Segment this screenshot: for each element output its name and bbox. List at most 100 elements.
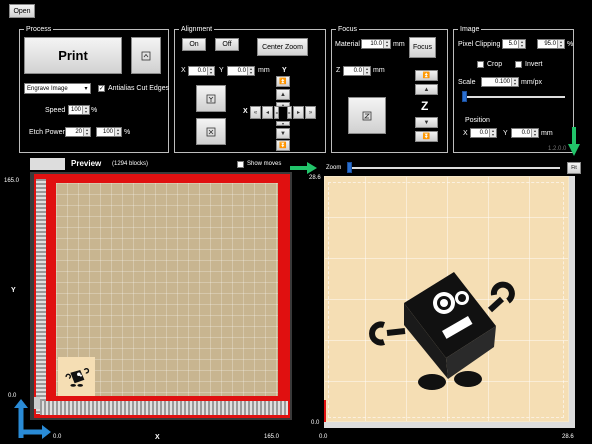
double-down-icon: ⏬	[279, 143, 287, 149]
jog-x-right-button[interactable]: ▸	[293, 106, 304, 119]
left-small-icon: ◂	[275, 110, 278, 115]
preview-tab	[30, 158, 65, 170]
spin-arrows-icon[interactable]: ▴ ▾	[247, 67, 254, 75]
speed-label: Speed	[45, 107, 66, 114]
etch-power-max-value: 100	[102, 129, 113, 135]
invert-label: Invert	[525, 61, 543, 68]
show-moves-checkbox[interactable]	[237, 161, 244, 168]
jog-z-down-button[interactable]: ▼	[415, 117, 438, 128]
align-x-label: X	[181, 67, 186, 74]
spin-arrows-icon[interactable]: ▴ ▾	[82, 106, 89, 114]
pos-unit: mm	[541, 130, 553, 137]
spin-arrows-icon[interactable]: ▴ ▾	[518, 40, 525, 48]
print-button[interactable]: Print	[24, 37, 122, 74]
robot-engraving-image	[369, 272, 515, 390]
jog-y-up-large-button[interactable]: ⏫	[276, 76, 290, 87]
home-x-icon	[206, 127, 216, 136]
up-arrow-icon: ▲	[423, 86, 430, 93]
spin-arrows-icon[interactable]: ▴ ▾	[363, 67, 370, 75]
jog-x-left-large-button[interactable]: «	[250, 106, 261, 119]
spin-arrows-icon[interactable]: ▴ ▾	[207, 67, 214, 75]
robot-thumbnail-icon	[65, 368, 90, 387]
crop-checkbox[interactable]	[477, 61, 484, 68]
double-up-icon: ⏫	[279, 79, 287, 85]
double-left-icon: «	[253, 109, 258, 116]
material-unit: mm	[393, 41, 405, 48]
down-arrow-icon: ▼	[423, 119, 430, 126]
jog-z-down-large-button[interactable]: ⏬	[415, 131, 438, 142]
open-button[interactable]: Open	[9, 4, 35, 18]
antialias-checkbox[interactable]: ✓	[98, 85, 105, 92]
spin-arrows-icon[interactable]: ▴ ▾	[114, 128, 121, 136]
spin-arrows-icon[interactable]: ▴ ▾	[511, 78, 518, 86]
alignment-on-button[interactable]: On	[182, 38, 206, 51]
jog-x-left-small-button[interactable]: ◂	[274, 106, 279, 119]
home-y-button[interactable]	[196, 85, 226, 112]
crop-label: Crop	[487, 61, 503, 68]
zoom-slider-track[interactable]	[347, 167, 560, 169]
jog-y-down-small-button[interactable]: ▾	[276, 121, 290, 126]
jog-z-up-button[interactable]: ▲	[415, 84, 438, 95]
scale-input[interactable]: 0.100 ▴ ▾	[481, 77, 519, 87]
alignment-off-button[interactable]: Off	[215, 38, 239, 51]
fit-button[interactable]: Fit	[567, 162, 581, 174]
zoom-x-max-label: 28.6	[562, 434, 574, 440]
antialias-label: Antialias Cut Edges	[108, 85, 170, 92]
spin-arrows-icon[interactable]: ▴ ▾	[531, 129, 538, 137]
center-zoom-button[interactable]: Center Zoom	[257, 38, 308, 56]
focus-button[interactable]: Focus	[409, 37, 436, 58]
material-input[interactable]: 10.0 ▴ ▾	[361, 39, 391, 49]
speed-input[interactable]: 100 ▴ ▾	[68, 105, 90, 115]
preview-y-axis-label: Y	[11, 287, 16, 294]
etch-power-max-input[interactable]: 100 ▴ ▾	[96, 127, 122, 137]
pos-x-input[interactable]: 0.0 ▴ ▾	[470, 128, 497, 138]
focus-z-input[interactable]: 0.0 ▴ ▾	[343, 66, 371, 76]
zoom-label: Zoom	[326, 165, 342, 171]
align-y-input[interactable]: 0.0 ▴ ▾	[227, 66, 255, 76]
mode-select[interactable]: Engrave Image ▾	[24, 83, 91, 94]
version-label: 1.2.0.0	[548, 146, 567, 152]
clip-low-input[interactable]: 5.0 ▴ ▾	[502, 39, 526, 49]
chevron-down-icon: ▾	[84, 86, 88, 92]
pos-y-value: 0.0	[521, 130, 530, 136]
invert-checkbox[interactable]	[515, 61, 522, 68]
pixel-clipping-label: Pixel Clipping	[458, 41, 501, 48]
zoom-origin-marker	[324, 400, 326, 422]
preview-blocks: (1294 blocks)	[112, 161, 149, 167]
pos-y-input[interactable]: 0.0 ▴ ▾	[511, 128, 539, 138]
align-y-axis-label: Y	[282, 67, 287, 74]
spin-arrows-icon[interactable]: ▴ ▾	[383, 40, 390, 48]
jog-x-right-large-button[interactable]: »	[305, 106, 316, 119]
jog-x-left-button[interactable]: ◂	[262, 106, 273, 119]
jog-x-right-small-button[interactable]: ▸	[287, 106, 292, 119]
scale-slider-thumb[interactable]	[462, 91, 467, 102]
home-button[interactable]	[131, 37, 161, 74]
home-x-button[interactable]	[196, 118, 226, 145]
zoom-vertical-scrollbar[interactable]	[569, 176, 575, 422]
jog-y-up-button[interactable]: ▲	[276, 89, 290, 100]
spin-arrows-icon[interactable]: ▴ ▾	[83, 128, 90, 136]
etch-power-min-input[interactable]: 20 ▴ ▾	[65, 127, 91, 137]
focus-z-value: 0.0	[353, 68, 362, 74]
jog-y-down-button[interactable]: ▼	[276, 128, 290, 139]
zoom-horizontal-scrollbar[interactable]	[324, 422, 575, 428]
jog-y-down-large-button[interactable]: ⏬	[276, 140, 290, 151]
scale-label: Scale	[458, 79, 476, 86]
etch-power-label: Etch Power	[29, 129, 65, 136]
scale-unit: mm/px	[521, 79, 542, 86]
right-small-icon: ▸	[288, 110, 291, 115]
home-z-button[interactable]	[348, 97, 386, 134]
clip-high-input[interactable]: 95.0 ▴ ▾	[537, 39, 565, 49]
scale-slider-track[interactable]	[463, 96, 565, 98]
double-right-icon: »	[308, 109, 313, 116]
spin-arrows-icon[interactable]: ▴ ▾	[557, 40, 564, 48]
align-x-input[interactable]: 0.0 ▴ ▾	[188, 66, 215, 76]
speed-value: 100	[70, 107, 81, 113]
jog-z-up-large-button[interactable]: ⏫	[415, 70, 438, 81]
align-x-axis-label: X	[243, 108, 248, 115]
spin-arrows-icon[interactable]: ▴ ▾	[489, 129, 496, 137]
zoom-slider-thumb[interactable]	[347, 162, 352, 173]
focus-z-label: Z	[336, 67, 341, 74]
mode-select-value: Engrave Image	[27, 85, 68, 92]
up-arrow-icon: ▲	[280, 91, 286, 98]
